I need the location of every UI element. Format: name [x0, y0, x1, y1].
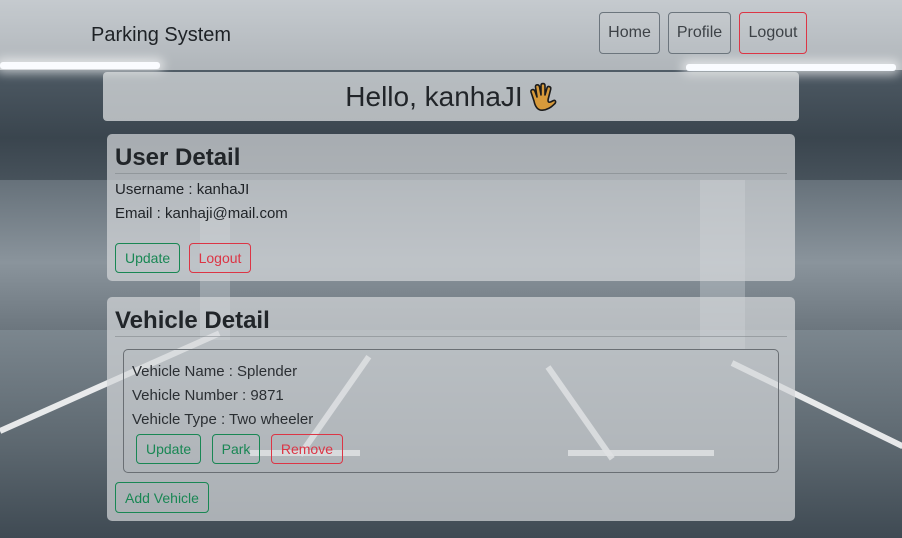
vehicle-detail-title: Vehicle Detail	[115, 297, 787, 337]
nav-logout-button[interactable]: Logout	[739, 12, 807, 54]
logout-button[interactable]: Logout	[188, 243, 252, 273]
vehicle-actions: Update Park Remove	[132, 434, 770, 464]
greeting-text: Hello, kanhaJI	[345, 80, 523, 112]
vehicle-item: Vehicle Name : Splender Vehicle Number :…	[123, 349, 779, 473]
username-text: Username : kanhaJI	[115, 181, 250, 198]
greeting-banner: Hello, kanhaJI	[103, 72, 799, 121]
remove-vehicle-button[interactable]: Remove	[270, 434, 343, 464]
vehicle-type-text: Vehicle Type : Two wheeler	[132, 411, 314, 428]
top-navbar: Parking System Home Profile Logout	[0, 0, 902, 70]
vehicle-name-text: Vehicle Name : Splender	[132, 363, 298, 380]
brand-link[interactable]: Parking System	[91, 24, 231, 47]
park-vehicle-button[interactable]: Park	[211, 434, 261, 464]
add-vehicle-button[interactable]: Add Vehicle	[115, 482, 209, 513]
update-user-button[interactable]: Update	[115, 243, 181, 273]
email-text: Email : kanhaji@mail.com	[115, 205, 288, 222]
nav-profile-button[interactable]: Profile	[668, 12, 731, 54]
vehicle-detail-card: Vehicle Detail Vehicle Name : Splender V…	[107, 297, 795, 521]
user-detail-title: User Detail	[115, 134, 787, 174]
waving-hand-icon	[529, 82, 557, 111]
vehicle-number-text: Vehicle Number : 9871	[132, 387, 284, 404]
user-actions: Update Logout	[115, 243, 787, 273]
user-detail-card: User Detail Username : kanhaJI Email : k…	[107, 134, 795, 281]
update-vehicle-button[interactable]: Update	[136, 434, 202, 464]
nav-home-button[interactable]: Home	[599, 12, 660, 54]
